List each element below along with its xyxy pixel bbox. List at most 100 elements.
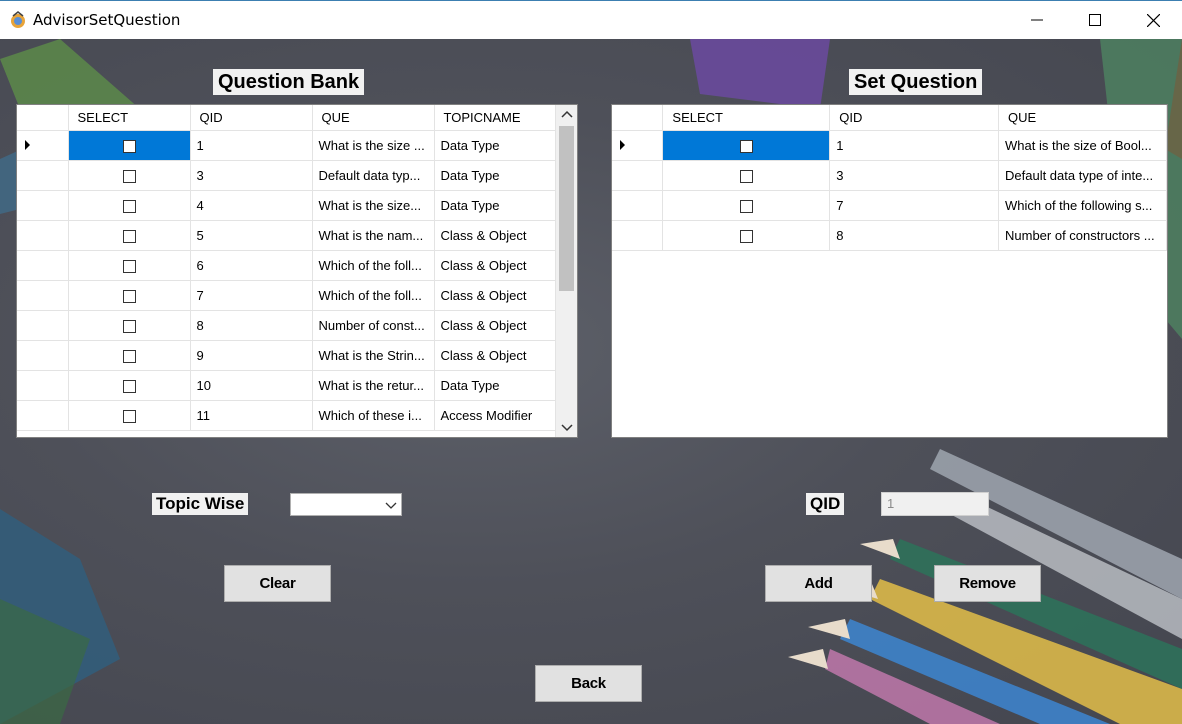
table-row[interactable]: 4 What is the size... Data Type bbox=[17, 190, 557, 221]
qid-cell[interactable]: 8 bbox=[829, 220, 999, 251]
table-row[interactable]: 7 Which of the foll... Class & Object bbox=[17, 280, 557, 311]
topic-wise-dropdown[interactable] bbox=[290, 493, 402, 516]
table-row[interactable]: 11 Which of these i... Access Modifier bbox=[17, 400, 557, 431]
que-cell[interactable]: What is the retur... bbox=[312, 370, 435, 401]
topic-cell[interactable]: Class & Object bbox=[434, 250, 557, 281]
title-bar[interactable]: AdvisorSetQuestion bbox=[0, 1, 1182, 39]
row-header[interactable] bbox=[17, 130, 69, 161]
select-cell[interactable] bbox=[68, 190, 191, 221]
topic-cell[interactable]: Class & Object bbox=[434, 280, 557, 311]
que-cell[interactable]: What is the nam... bbox=[312, 220, 435, 251]
row-header[interactable] bbox=[17, 160, 69, 191]
qid-cell[interactable]: 7 bbox=[829, 190, 999, 221]
select-checkbox[interactable] bbox=[122, 320, 136, 334]
row-header[interactable] bbox=[17, 190, 69, 221]
row-header[interactable] bbox=[612, 220, 664, 251]
table-row[interactable]: 5 What is the nam... Class & Object bbox=[17, 220, 557, 251]
topic-cell[interactable]: Class & Object bbox=[434, 310, 557, 341]
select-checkbox[interactable] bbox=[122, 140, 136, 154]
table-row[interactable]: 6 Which of the foll... Class & Object bbox=[17, 250, 557, 281]
select-cell[interactable] bbox=[68, 160, 191, 191]
close-button[interactable] bbox=[1124, 1, 1182, 39]
row-header[interactable] bbox=[612, 160, 664, 191]
qid-cell[interactable]: 3 bbox=[190, 160, 313, 191]
table-row[interactable]: 3 Default data type of inte... bbox=[612, 160, 1167, 191]
add-button[interactable]: Add bbox=[765, 565, 872, 602]
scroll-down-icon[interactable] bbox=[556, 417, 578, 437]
select-checkbox[interactable] bbox=[739, 230, 753, 244]
que-cell[interactable]: Default data type of inte... bbox=[998, 160, 1167, 191]
select-checkbox[interactable] bbox=[122, 410, 136, 424]
select-checkbox[interactable] bbox=[122, 380, 136, 394]
qid-cell[interactable]: 5 bbox=[190, 220, 313, 251]
select-cell[interactable] bbox=[68, 220, 191, 251]
scroll-thumb[interactable] bbox=[559, 126, 574, 291]
topic-cell[interactable]: Data Type bbox=[434, 130, 557, 161]
select-checkbox[interactable] bbox=[122, 350, 136, 364]
topic-cell[interactable]: Class & Object bbox=[434, 340, 557, 371]
select-cell[interactable] bbox=[662, 220, 831, 251]
qid-cell[interactable]: 1 bbox=[190, 130, 313, 161]
set-question-grid[interactable]: SELECT QID QUE 1 What is the size of Bool… bbox=[611, 104, 1168, 438]
qid-cell[interactable]: 11 bbox=[190, 400, 313, 431]
select-cell[interactable] bbox=[68, 280, 191, 311]
column-header-select[interactable]: SELECT bbox=[662, 105, 831, 131]
question-bank-scrollbar[interactable] bbox=[555, 105, 577, 437]
que-cell[interactable]: Which of the foll... bbox=[312, 250, 435, 281]
que-cell[interactable]: Number of const... bbox=[312, 310, 435, 341]
que-cell[interactable]: Which of the following s... bbox=[998, 190, 1167, 221]
select-checkbox[interactable] bbox=[122, 170, 136, 184]
topic-cell[interactable]: Data Type bbox=[434, 160, 557, 191]
qid-cell[interactable]: 7 bbox=[190, 280, 313, 311]
select-checkbox[interactable] bbox=[739, 170, 753, 184]
select-cell[interactable] bbox=[662, 130, 831, 161]
question-bank-grid[interactable]: SELECT QID QUE TOPICNAME 1 What is the si… bbox=[16, 104, 578, 438]
row-header[interactable] bbox=[17, 310, 69, 341]
que-cell[interactable]: Default data typ... bbox=[312, 160, 435, 191]
table-row[interactable]: 10 What is the retur... Data Type bbox=[17, 370, 557, 401]
row-header[interactable] bbox=[17, 400, 69, 431]
column-header-select[interactable]: SELECT bbox=[68, 105, 191, 131]
topic-cell[interactable]: Data Type bbox=[434, 190, 557, 221]
table-row[interactable]: 1 What is the size of Bool... bbox=[612, 130, 1167, 161]
row-header[interactable] bbox=[17, 370, 69, 401]
qid-cell[interactable]: 1 bbox=[829, 130, 999, 161]
qid-cell[interactable]: 4 bbox=[190, 190, 313, 221]
maximize-button[interactable] bbox=[1066, 1, 1124, 39]
que-cell[interactable]: What is the Strin... bbox=[312, 340, 435, 371]
table-row[interactable]: 1 What is the size ... Data Type bbox=[17, 130, 557, 161]
que-cell[interactable]: Which of these i... bbox=[312, 400, 435, 431]
remove-button[interactable]: Remove bbox=[934, 565, 1041, 602]
topic-cell[interactable]: Access Modifier bbox=[434, 400, 557, 431]
que-cell[interactable]: What is the size... bbox=[312, 190, 435, 221]
select-cell[interactable] bbox=[662, 190, 831, 221]
column-header-topicname[interactable]: TOPICNAME bbox=[434, 105, 557, 131]
select-cell[interactable] bbox=[68, 130, 191, 161]
column-header-que[interactable]: QUE bbox=[998, 105, 1167, 131]
que-cell[interactable]: Number of constructors ... bbox=[998, 220, 1167, 251]
row-header[interactable] bbox=[17, 250, 69, 281]
select-checkbox[interactable] bbox=[739, 200, 753, 214]
que-cell[interactable]: Which of the foll... bbox=[312, 280, 435, 311]
back-button[interactable]: Back bbox=[535, 665, 642, 702]
clear-button[interactable]: Clear bbox=[224, 565, 331, 602]
topic-cell[interactable]: Data Type bbox=[434, 370, 557, 401]
table-row[interactable]: 9 What is the Strin... Class & Object bbox=[17, 340, 557, 371]
row-header[interactable] bbox=[612, 190, 664, 221]
select-checkbox[interactable] bbox=[122, 200, 136, 214]
qid-cell[interactable]: 8 bbox=[190, 310, 313, 341]
row-header[interactable] bbox=[17, 280, 69, 311]
minimize-button[interactable] bbox=[1008, 1, 1066, 39]
table-row[interactable]: 8 Number of constructors ... bbox=[612, 220, 1167, 251]
qid-cell[interactable]: 3 bbox=[829, 160, 999, 191]
table-row[interactable]: 3 Default data typ... Data Type bbox=[17, 160, 557, 191]
column-header-qid[interactable]: QID bbox=[190, 105, 313, 131]
select-checkbox[interactable] bbox=[122, 260, 136, 274]
select-cell[interactable] bbox=[68, 250, 191, 281]
select-cell[interactable] bbox=[68, 340, 191, 371]
select-cell[interactable] bbox=[662, 160, 831, 191]
scroll-up-icon[interactable] bbox=[556, 105, 578, 125]
select-cell[interactable] bbox=[68, 400, 191, 431]
select-checkbox[interactable] bbox=[122, 230, 136, 244]
que-cell[interactable]: What is the size of Bool... bbox=[998, 130, 1167, 161]
